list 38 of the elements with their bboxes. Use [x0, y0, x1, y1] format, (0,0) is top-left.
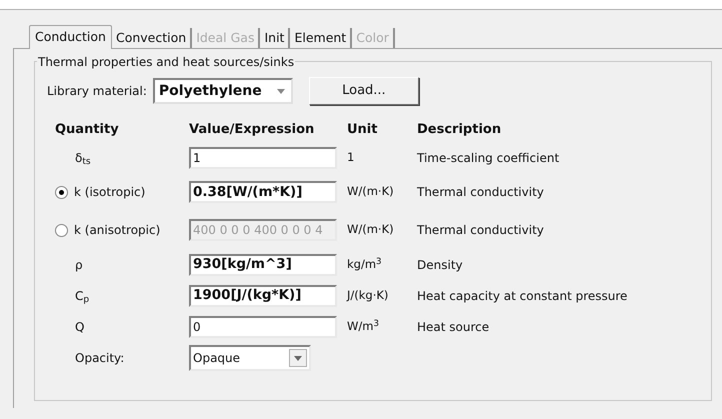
column-header: Description [417, 121, 502, 140]
value-field[interactable]: 1 [189, 146, 337, 168]
unit-label: W/m$^{3}$ [347, 318, 380, 335]
column-header: Value/Expression [189, 121, 316, 140]
field-label: Library material: [47, 83, 147, 100]
quantity-label: k (anisotropic) [74, 222, 160, 239]
description-label: Time-scaling coefficient [417, 150, 560, 166]
unit-label: J/(kg·K) [347, 286, 390, 304]
unit-label: W/(m·K) [347, 221, 395, 238]
unit-label: kg/m$^{3}$ [347, 256, 383, 273]
quantity-label: ρ [74, 256, 83, 274]
column-header: Quantity [54, 121, 120, 140]
tab[interactable]: Convection [112, 28, 192, 48]
opacity-dropdown[interactable]: Opaque [189, 345, 311, 371]
description-label: Thermal conductivity [417, 222, 545, 239]
quantity-label: C$_{p}$ [74, 288, 90, 304]
dropdown-arrow-icon [276, 88, 285, 94]
quantity-label: δ$_{ts}$ [74, 150, 91, 166]
description-label: Density [417, 256, 464, 274]
value-field[interactable]: 1900[J/(kg*K)] [189, 284, 337, 306]
quantity-label: k (isotropic) [74, 184, 146, 201]
load-button[interactable]: Load... [308, 77, 419, 105]
column-header: Unit [347, 121, 378, 140]
quantity-label: Q [74, 318, 84, 336]
value-field[interactable]: 0.38[W/(m*K)] [189, 181, 337, 203]
field-label: Opacity: [74, 350, 126, 367]
unit-label: 1 [347, 148, 356, 166]
tab[interactable]: Element [290, 28, 352, 48]
description-label: Heat capacity at constant pressure [417, 288, 628, 304]
tab[interactable]: Conduction [29, 25, 112, 49]
radio-button[interactable] [55, 186, 68, 198]
value-field[interactable]: 930[kg/m^3] [189, 254, 337, 276]
tab[interactable]: Init [260, 28, 290, 48]
unit-label: W/(m·K) [347, 183, 395, 200]
description-label: Thermal conductivity [417, 184, 545, 201]
value-field[interactable]: 0 [189, 316, 337, 338]
material-dropdown[interactable]: Polyethylene [152, 78, 293, 104]
description-label: Heat source [417, 318, 490, 336]
